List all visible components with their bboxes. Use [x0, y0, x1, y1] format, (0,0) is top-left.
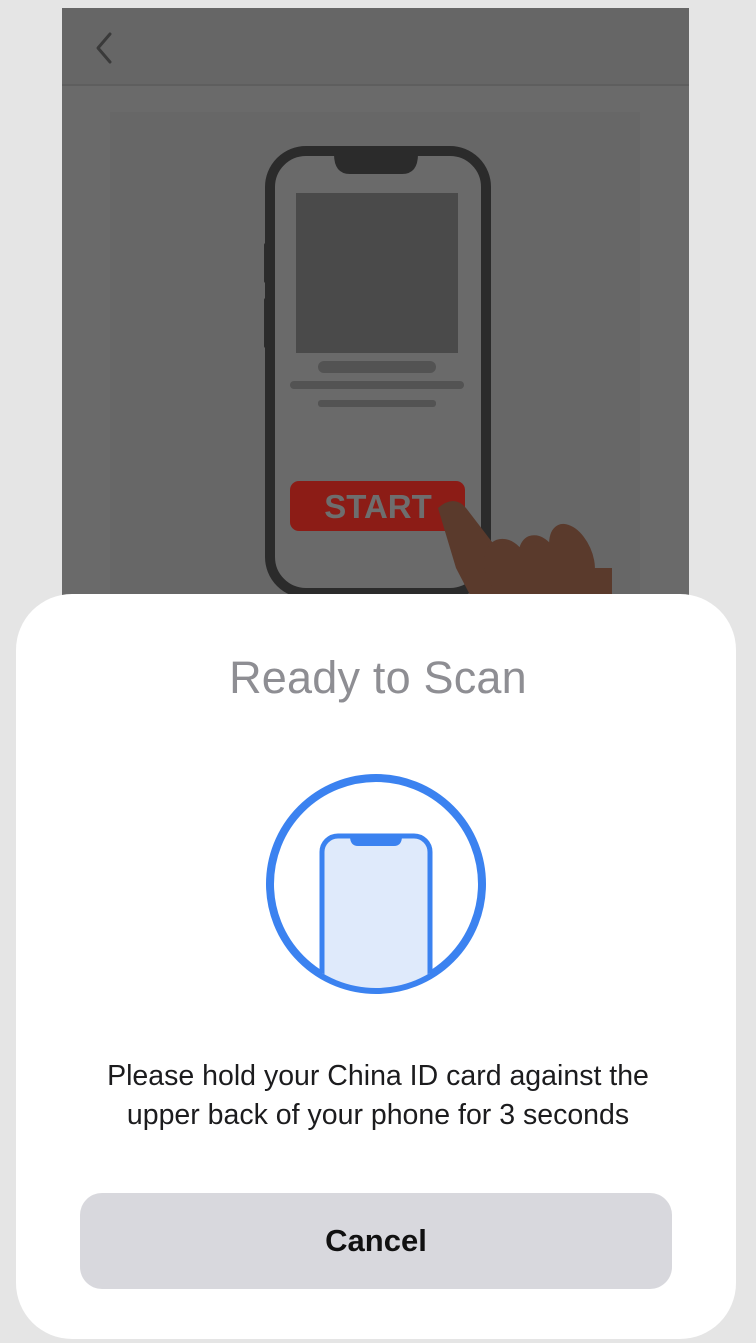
- start-label: START: [324, 488, 432, 525]
- screen: START Ready to Scan Please hold your Chi…: [0, 0, 756, 1343]
- phone-scan-icon: [266, 774, 486, 994]
- instructions-line-1: Please hold your China ID card against t…: [107, 1060, 649, 1092]
- instructions-text: Please hold your China ID card against t…: [40, 1057, 716, 1135]
- sheet-title: Ready to Scan: [229, 652, 527, 703]
- cancel-button[interactable]: Cancel: [80, 1193, 672, 1289]
- instructions-line-2: upper back of your phone for 3 seconds: [126, 1099, 630, 1131]
